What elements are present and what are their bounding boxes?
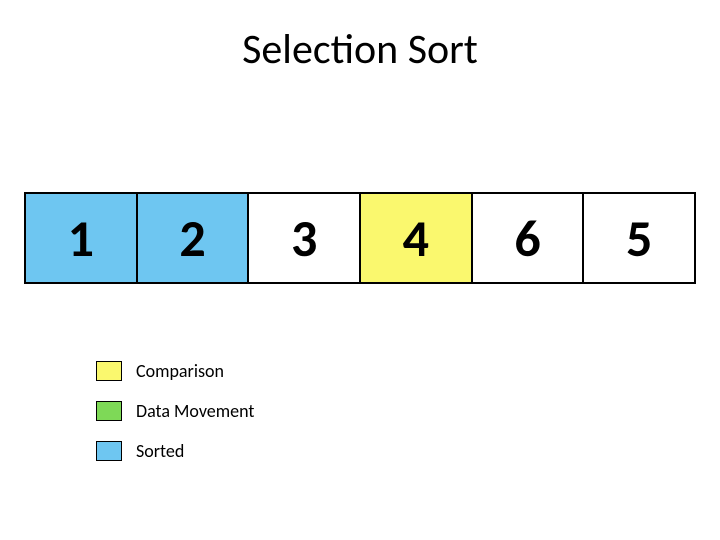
legend: Comparison Data Movement Sorted xyxy=(96,360,254,462)
array-cell: 3 xyxy=(249,194,361,282)
array-cell: 4 xyxy=(361,194,473,282)
array-cell: 5 xyxy=(584,194,694,282)
legend-label: Sorted xyxy=(136,440,184,462)
legend-label: Data Movement xyxy=(136,400,254,422)
legend-item-datamove: Data Movement xyxy=(96,400,254,422)
sort-array: 1 2 3 4 6 5 xyxy=(24,192,696,284)
array-cell: 2 xyxy=(138,194,250,282)
swatch-datamove xyxy=(96,401,122,421)
array-cell: 6 xyxy=(473,194,585,282)
swatch-comparison xyxy=(96,361,122,381)
swatch-sorted xyxy=(96,441,122,461)
legend-item-sorted: Sorted xyxy=(96,440,254,462)
array-cell: 1 xyxy=(26,194,138,282)
page-title: Selection Sort xyxy=(0,24,720,75)
legend-label: Comparison xyxy=(136,360,224,382)
legend-item-comparison: Comparison xyxy=(96,360,254,382)
